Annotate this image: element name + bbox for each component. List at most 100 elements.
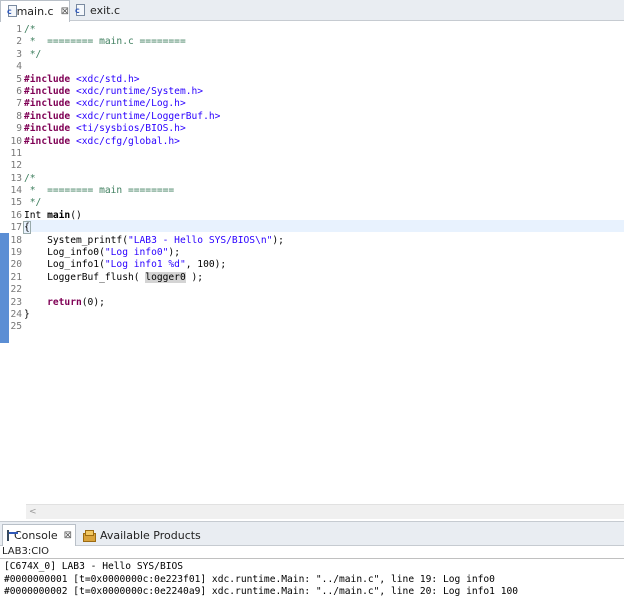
console-icon [7,530,18,541]
code-text: #include <xdc/cfg/global.h> [24,136,180,148]
code-line[interactable]: 9 #include <ti/sysbios/BIOS.h> [9,123,624,135]
code-token: System_printf( [24,234,128,246]
tab-available-products[interactable]: Available Products [82,525,201,545]
code-token: * ======== main ======== [24,185,175,197]
code-line[interactable]: 3 */ [9,49,624,61]
code-text: * ======== main.c ======== [24,36,186,48]
code-token: ); [185,271,204,283]
line-number: 21 [10,271,22,283]
tab-label: exit.c [90,4,120,17]
tab-label: Available Products [100,528,201,542]
line-number: 14 [10,185,22,197]
code-token: #include [24,73,71,85]
editor-tab-bar: c main.c ⊠ c exit.c [0,0,624,22]
code-text: System_printf("LAB3 - Hello SYS/BIOS\n")… [24,235,284,247]
code-text: Log_info1("Log info1 %d", 100); [24,259,226,271]
tab-main-c[interactable]: c main.c ⊠ [0,0,70,22]
code-token: #include [24,110,71,122]
line-number: 11 [10,147,22,159]
code-token: return [47,296,82,308]
code-token: #include [24,135,71,147]
code-token: () [70,209,82,221]
code-token: <xdc/std.h> [70,73,140,85]
code-token: main [47,209,71,221]
code-line[interactable]: 24} [9,309,624,321]
code-text: return(0); [24,297,105,309]
code-line[interactable]: 21 LoggerBuf_flush( logger0 ); [9,271,624,284]
line-number: 18 [10,234,22,246]
code-line[interactable]: 7 #include <xdc/runtime/Log.h> [9,98,624,110]
line-number: 23 [10,296,22,308]
console-tab-bar: Console ⊠ Available Products [0,521,624,546]
code-text: #include <xdc/std.h> [24,74,140,86]
code-line[interactable]: 2 * ======== main.c ======== [9,36,624,48]
line-number: 10 [10,135,22,147]
code-line[interactable]: 25 [9,321,624,333]
tab-label: main.c [16,5,54,18]
line-number: 7 [16,98,22,110]
code-line[interactable]: 10 #include <xdc/cfg/global.h> [9,136,624,148]
divider [0,558,624,559]
code-text: #include <xdc/runtime/LoggerBuf.h> [24,111,220,123]
code-line[interactable]: 6 #include <xdc/runtime/System.h> [9,86,624,98]
code-token: <xdc/runtime/LoggerBuf.h> [70,110,221,122]
code-lines[interactable]: 1/* 2 * ======== main.c ======== 3 */4 5 #in… [9,24,624,334]
code-line[interactable]: 16 Int main() [9,210,624,222]
tab-exit-c[interactable]: c exit.c [75,0,135,21]
line-number: 4 [16,61,22,73]
scroll-left-arrow-icon[interactable]: < [29,507,37,517]
code-text: */ [24,197,42,209]
code-line[interactable]: 17{ [9,221,624,235]
code-token: } [24,308,30,320]
tab-label: Console [14,529,58,542]
line-number: 9 [16,123,22,135]
code-line[interactable]: 15 */ [9,197,624,209]
code-line[interactable]: 14 * ======== main ======== [9,185,624,197]
tab-console[interactable]: Console ⊠ [2,524,76,546]
code-token: <ti/sysbios/BIOS.h> [70,123,186,135]
line-number: 12 [10,160,22,172]
code-line[interactable]: 20 Log_info1("Log info1 %d", 100); [9,259,624,271]
code-token: ); [272,234,284,246]
code-token: #include [24,85,71,97]
code-token: { [23,221,31,235]
horizontal-scrollbar[interactable]: < [26,504,624,519]
code-line[interactable]: 11 [9,148,624,160]
code-editor[interactable]: 1/* 2 * ======== main.c ======== 3 */4 5 #in… [0,22,624,519]
line-number: 13 [10,172,22,184]
code-token: #include [24,123,71,135]
code-line[interactable]: 5 #include <xdc/std.h> [9,74,624,86]
code-line[interactable]: 4 [9,61,624,73]
code-token: Log_info0( [24,247,105,259]
code-line[interactable]: 12 [9,160,624,172]
console-output[interactable]: [C674X_0] LAB3 - Hello SYS/BIOS #00000000… [4,561,624,599]
code-token: "Log info0" [104,247,169,259]
close-icon[interactable]: ⊠ [61,6,69,17]
code-text: /* [24,173,36,185]
line-number: 20 [10,259,22,271]
close-icon[interactable]: ⊠ [64,530,72,541]
code-text: * ======== main ======== [24,185,174,197]
code-token: */ [24,48,42,60]
code-token: <xdc/runtime/Log.h> [70,98,186,110]
code-text: /* [24,24,36,36]
code-token: #include [24,98,71,110]
console-line: #0000000002 [t=0x0000000c:0e2240a9] xdc.… [4,586,519,598]
code-token: LoggerBuf_flush( [24,271,146,283]
code-token: * ======== main.c ======== [24,36,186,48]
code-line[interactable]: 22 [9,284,624,296]
code-line[interactable]: 23 return(0); [9,297,624,309]
code-text: LoggerBuf_flush( logger0 ); [24,271,204,284]
console-line: [C674X_0] LAB3 - Hello SYS/BIOS [4,561,184,572]
code-line[interactable]: 18 System_printf("LAB3 - Hello SYS/BIOS\… [9,235,624,247]
code-token: logger0 [145,271,186,283]
code-line[interactable]: 8 #include <xdc/runtime/LoggerBuf.h> [9,111,624,123]
code-token: <xdc/runtime/System.h> [70,85,204,97]
line-number: 25 [10,321,22,333]
code-line[interactable]: 1/* [9,24,624,36]
code-line[interactable]: 19 Log_info0("Log info0"); [9,247,624,259]
code-text: { [23,221,31,235]
code-line[interactable]: 13/* [9,173,624,185]
code-token: Int [24,209,48,221]
